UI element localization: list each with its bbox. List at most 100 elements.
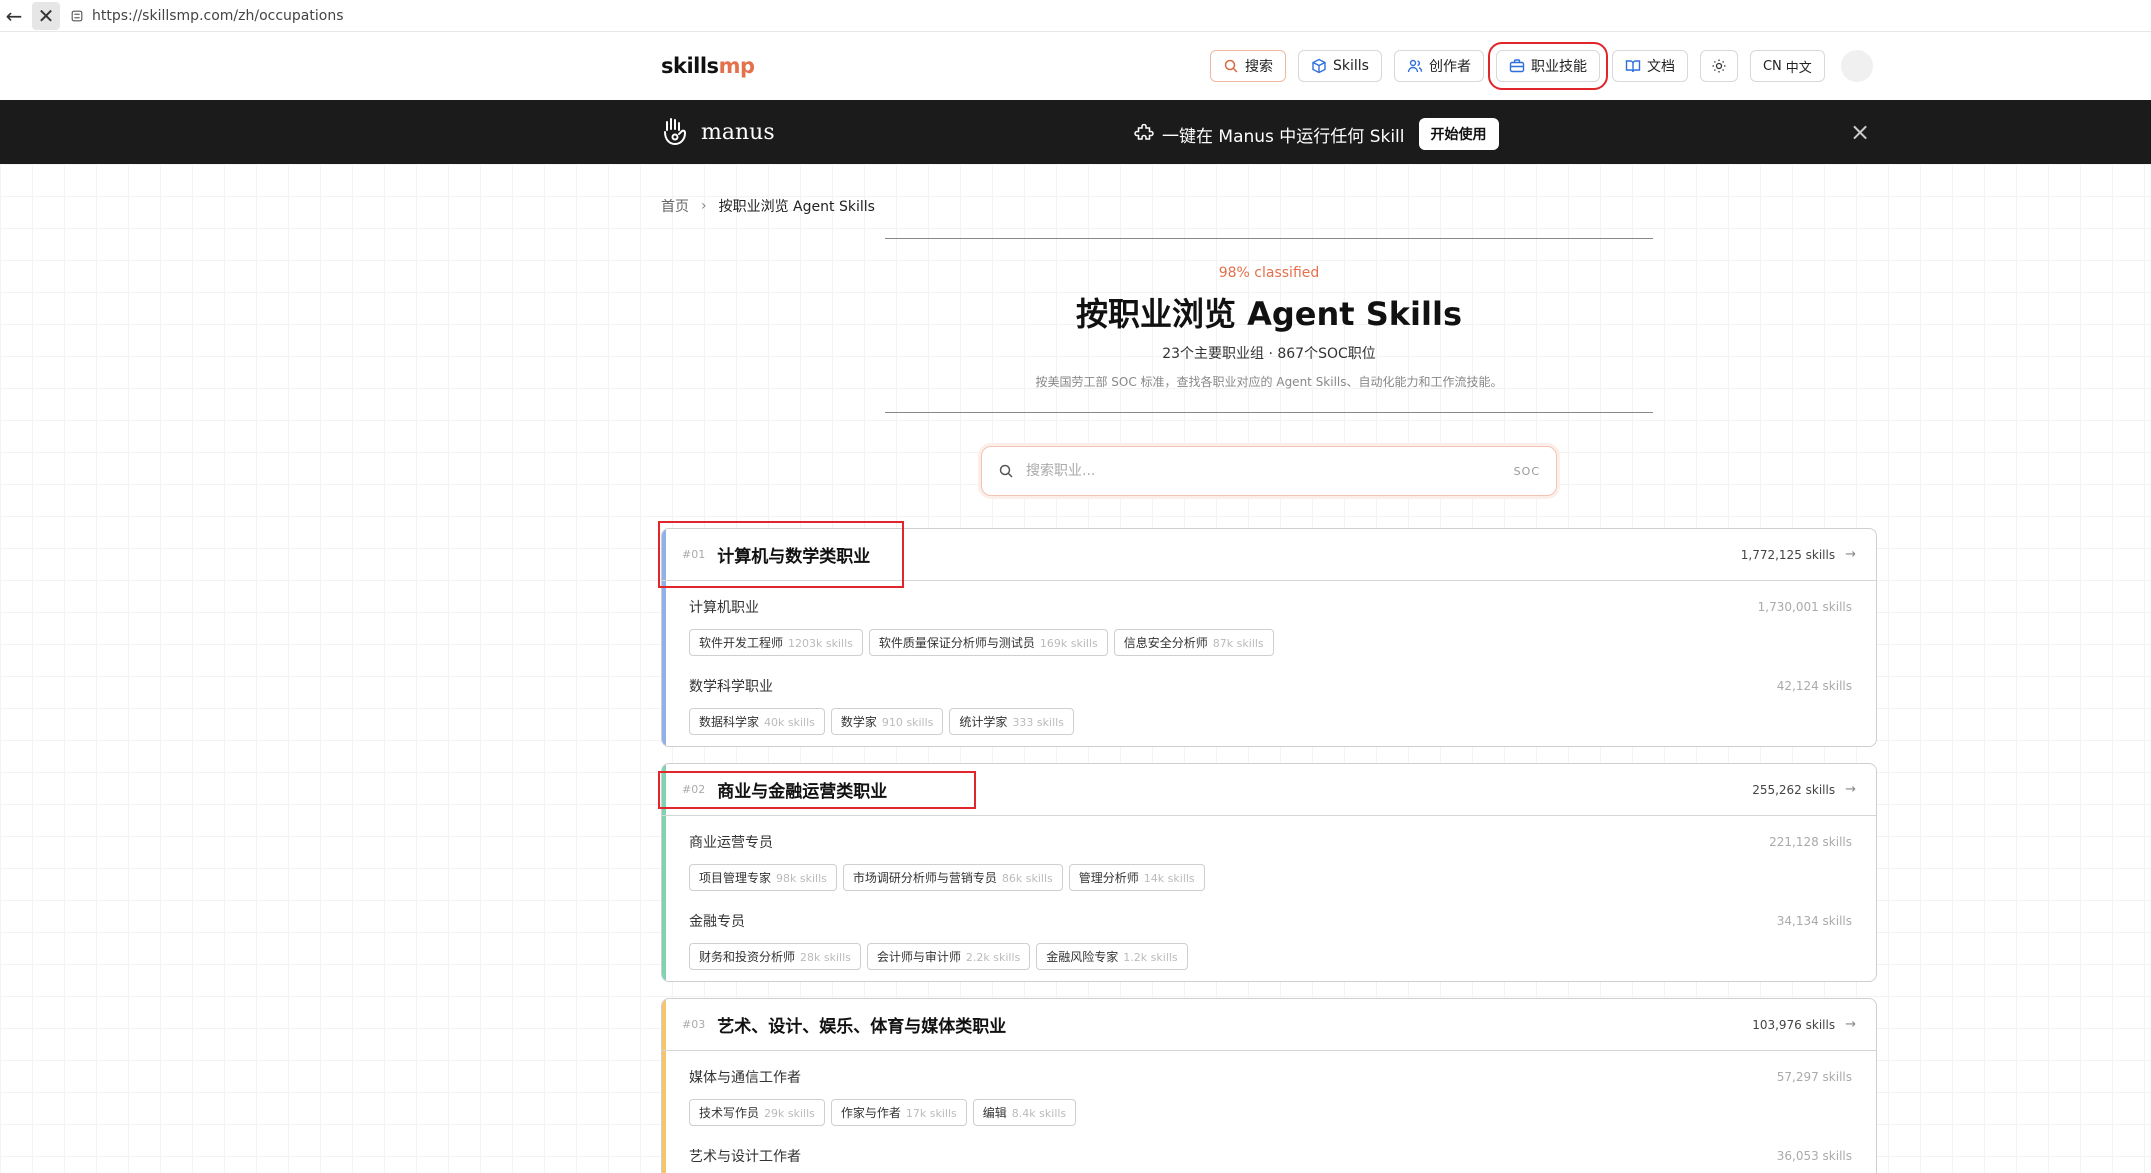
tag-count: 2.2k skills: [965, 951, 1021, 964]
occupation-tag[interactable]: 金融风险专家 1.2k skills: [1036, 943, 1188, 970]
tag-count: 8.4k skills: [1011, 1107, 1067, 1120]
subgroup-name[interactable]: 媒体与通信工作者: [689, 1067, 801, 1087]
banner-text: 一键在 Manus 中运行任何 Skill: [1162, 126, 1405, 147]
tag-count: 14k skills: [1143, 872, 1195, 885]
book-open-icon: [1625, 60, 1641, 73]
language-label: 中文: [1785, 60, 1812, 76]
occupation-tag[interactable]: 财务和投资分析师 28k skills: [689, 943, 861, 970]
stop-loading-icon[interactable]: ✕: [32, 1, 60, 30]
promo-banner: manus 一键在 Manus 中运行任何 Skill 开始使用 ×: [0, 100, 2151, 164]
page-info-icon[interactable]: [70, 9, 84, 23]
address-bar[interactable]: https://skillsmp.com/zh/occupations: [70, 8, 344, 24]
divider: [885, 238, 1653, 239]
search-label: 搜索: [1245, 59, 1273, 75]
creator-label: 创作者: [1428, 59, 1471, 75]
skills-label: Skills: [1333, 58, 1369, 74]
site-logo[interactable]: skillsmp: [661, 54, 755, 78]
tag-label: 金融风险专家: [1046, 950, 1119, 964]
chevron-right-icon: ›: [701, 198, 707, 214]
subgroup: 媒体与通信工作者 57,297 skills 技术写作员 29k skills 作…: [689, 1067, 1852, 1126]
tag-label: 技术写作员: [699, 1106, 760, 1120]
docs-button[interactable]: 文档: [1611, 50, 1688, 82]
tag-count: 98k skills: [776, 872, 827, 885]
creator-button[interactable]: 创作者: [1393, 50, 1484, 82]
occupation-tag[interactable]: 软件开发工程师 1203k skills: [689, 629, 863, 656]
manus-brand-text: manus: [701, 119, 775, 145]
subgroup-count: 1,730,001 skills: [1757, 600, 1852, 614]
annotation-box: [658, 521, 904, 588]
occupation-tag[interactable]: 会计师与审计师 2.2k skills: [866, 943, 1031, 970]
page-title: 按职业浏览 Agent Skills: [1075, 295, 1463, 333]
puzzle-icon: [1134, 124, 1154, 140]
soc-hint: SOC: [1513, 464, 1540, 478]
arrow-right-icon: →: [1845, 782, 1856, 797]
occupation-tag[interactable]: 管理分析师 14k skills: [1068, 864, 1205, 891]
tag-label: 信息安全分析师: [1123, 636, 1208, 650]
arrow-right-icon: →: [1845, 547, 1856, 562]
avatar[interactable]: [1840, 50, 1873, 82]
occupation-tag[interactable]: 数学家 910 skills: [830, 708, 944, 735]
occupation-tag[interactable]: 软件质量保证分析师与测试员 169k skills: [868, 629, 1108, 656]
occupation-skills-button[interactable]: 职业技能: [1487, 42, 1608, 90]
close-icon[interactable]: ×: [1850, 118, 1870, 146]
search-button[interactable]: 搜索: [1210, 50, 1286, 82]
tag-label: 数学家: [840, 715, 877, 729]
occupation-tag[interactable]: 技术写作员 29k skills: [689, 1099, 825, 1126]
tag-label: 管理分析师: [1078, 871, 1139, 885]
occupation-search-input[interactable]: [1026, 463, 1514, 479]
category-number: #03: [682, 1018, 706, 1031]
annotation-box: [658, 771, 976, 809]
classified-label: 98% classified: [1218, 265, 1320, 281]
occupation-tag[interactable]: 数据科学家 40k skills: [689, 708, 825, 735]
tag-count: 40k skills: [764, 716, 815, 729]
skills-button[interactable]: Skills: [1298, 50, 1382, 82]
page-subtitle: 23个主要职业组 · 867个SOC职位: [1162, 346, 1376, 362]
manus-logo[interactable]: manus: [661, 116, 775, 148]
tag-count: 333 skills: [1012, 716, 1064, 729]
subgroup-name[interactable]: 计算机职业: [689, 597, 759, 617]
subgroup-name[interactable]: 艺术与设计工作者: [689, 1146, 801, 1166]
tag-label: 项目管理专家: [699, 871, 772, 885]
subgroup-count: 42,124 skills: [1776, 679, 1852, 693]
tag-count: 910 skills: [881, 716, 934, 729]
subgroup: 计算机职业 1,730,001 skills 软件开发工程师 1203k skil…: [689, 597, 1852, 656]
category-count: 1,772,125 skills: [1740, 547, 1836, 562]
cube-icon: [1312, 58, 1326, 74]
tag-label: 统计学家: [959, 715, 1008, 729]
occupation-tag[interactable]: 作家与作者 17k skills: [830, 1099, 967, 1126]
occupation-tag[interactable]: 市场调研分析师与营销专员 86k skills: [842, 864, 1063, 891]
occupation-tag[interactable]: 编辑 8.4k skills: [972, 1099, 1077, 1126]
tag-count: 28k skills: [800, 951, 851, 964]
tag-label: 市场调研分析师与营销专员: [852, 871, 997, 885]
subgroup: 数学科学职业 42,124 skills 数据科学家 40k skills 数学家…: [689, 676, 1852, 735]
subgroup: 商业运营专员 221,128 skills 项目管理专家 98k skills 市…: [689, 832, 1852, 891]
logo-accent-text: mp: [718, 54, 755, 78]
tag-label: 软件质量保证分析师与测试员: [878, 636, 1035, 650]
top-nav: 搜索 Skills 创作者 职业技能 文档 CN 中文: [1210, 42, 1873, 90]
tag-count: 17k skills: [905, 1107, 957, 1120]
site-header: skillsmp 搜索 Skills 创作者 职业技能 文档 CN 中文: [0, 32, 2151, 100]
breadcrumb-home[interactable]: 首页: [661, 196, 689, 216]
occupation-tag[interactable]: 信息安全分析师 87k skills: [1113, 629, 1274, 656]
briefcase-icon: [1509, 59, 1525, 73]
divider: [885, 412, 1653, 413]
subgroup-name[interactable]: 商业运营专员: [689, 832, 773, 852]
tag-label: 编辑: [982, 1106, 1007, 1120]
search-icon: [999, 464, 1013, 478]
card-header[interactable]: #03 艺术、设计、娱乐、体育与媒体类职业 103,976 skills →: [662, 999, 1876, 1051]
category-card[interactable]: #03 艺术、设计、娱乐、体育与媒体类职业 103,976 skills → 媒…: [661, 998, 1877, 1173]
occupation-tag[interactable]: 项目管理专家 98k skills: [689, 864, 837, 891]
page-description: 按美国劳工部 SOC 标准，查找各职业对应的 Agent Skills、自动化能…: [1035, 375, 1503, 389]
tag-label: 会计师与审计师: [876, 950, 961, 964]
language-button[interactable]: CN 中文: [1749, 50, 1825, 82]
subgroup-count: 221,128 skills: [1769, 835, 1852, 849]
theme-toggle-button[interactable]: [1699, 50, 1738, 82]
occupation-label: 职业技能: [1530, 59, 1587, 75]
subgroup-name[interactable]: 金融专员: [689, 911, 745, 931]
subgroup: 金融专员 34,134 skills 财务和投资分析师 28k skills 会计…: [689, 911, 1852, 970]
back-arrow-icon[interactable]: ←: [0, 2, 28, 30]
occupation-tag[interactable]: 统计学家 333 skills: [949, 708, 1074, 735]
start-using-button[interactable]: 开始使用: [1418, 118, 1499, 150]
subgroup-name[interactable]: 数学科学职业: [689, 676, 773, 696]
subgroup-count: 57,297 skills: [1776, 1070, 1852, 1084]
